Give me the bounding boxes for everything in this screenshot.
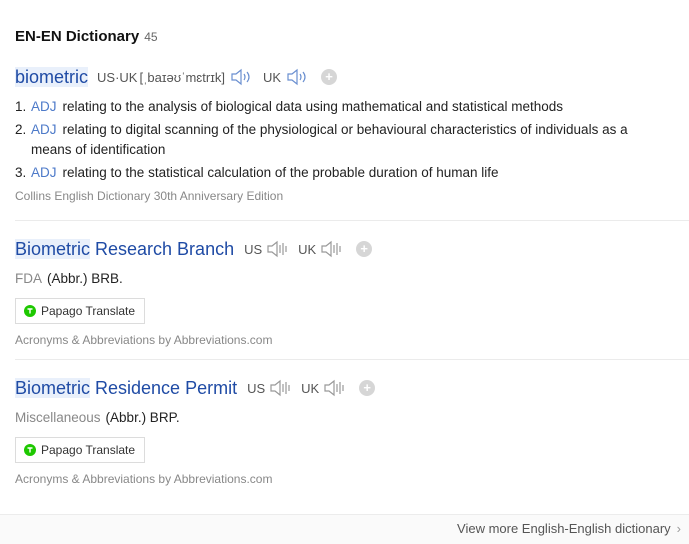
- headword-row: Biometric Research Branch US UK +: [15, 237, 689, 261]
- pos-tag: ADJ: [31, 99, 57, 114]
- speaker-icon[interactable]: [266, 240, 290, 258]
- definition-item: 1. ADJ relating to the analysis of biolog…: [15, 99, 564, 114]
- uk-label: UK: [298, 241, 317, 257]
- speaker-icon[interactable]: [285, 68, 309, 86]
- headword-link[interactable]: Biometric Research Branch: [15, 238, 234, 260]
- definition-item: 3. ADJ relating to the statistical calcul…: [15, 165, 499, 180]
- add-to-wordbook-plus-icon[interactable]: +: [321, 69, 337, 85]
- papago-label: Papago Translate: [41, 304, 136, 318]
- abbreviation: (Abbr.) BRP.: [105, 410, 180, 425]
- divider: [15, 359, 689, 360]
- chevron-right-icon: ›: [676, 521, 681, 536]
- pronunciation: [ˌbaɪəʊˈmɛtrɪk]: [139, 69, 225, 85]
- headword-link[interactable]: biometric: [15, 66, 89, 88]
- definition-text: relating to the analysis of biological d…: [62, 99, 564, 114]
- abbreviation: (Abbr.) BRB.: [47, 271, 123, 286]
- abbreviation-line: Miscellaneous (Abbr.) BRP.: [15, 410, 689, 425]
- speaker-icon[interactable]: [269, 379, 293, 397]
- category-tag: FDA: [15, 271, 42, 286]
- dictionary-header: EN-EN Dictionary 45: [15, 28, 158, 45]
- source-link[interactable]: Acronyms & Abbreviations by Abbreviation…: [15, 472, 689, 486]
- category-tag: Miscellaneous: [15, 410, 101, 425]
- headword-link[interactable]: Biometric Residence Permit: [15, 377, 237, 399]
- footer-bar: View more English-English dictionary ›: [0, 514, 689, 544]
- papago-icon: [24, 444, 36, 456]
- papago-translate-button[interactable]: Papago Translate: [15, 298, 146, 324]
- dictionary-title: EN-EN Dictionary: [15, 28, 140, 45]
- uk-label: UK: [262, 69, 281, 85]
- source-link[interactable]: Acronyms & Abbreviations by Abbreviation…: [15, 333, 689, 347]
- entry-biometric: biometric US·UK [ˌbaɪəʊˈmɛtrɪk] UK + 1. …: [15, 65, 689, 203]
- divider: [15, 220, 689, 221]
- headword-row: Biometric Residence Permit US UK +: [15, 376, 689, 400]
- view-more-link[interactable]: View more English-English dictionary ›: [457, 521, 681, 536]
- us-label: US: [247, 380, 266, 396]
- us-label: US: [244, 241, 263, 257]
- papago-translate-button[interactable]: Papago Translate: [15, 437, 146, 463]
- entry-biometric-research-branch: Biometric Research Branch US UK + FDA (Abb…: [15, 237, 689, 347]
- view-more-label: View more English-English dictionary: [457, 521, 671, 536]
- add-to-wordbook-plus-icon[interactable]: +: [356, 241, 373, 257]
- abbreviation-line: FDA (Abbr.) BRB.: [15, 271, 689, 286]
- speaker-icon[interactable]: [320, 240, 344, 258]
- papago-icon: [24, 305, 36, 317]
- headword-row: biometric US·UK [ˌbaɪəʊˈmɛtrɪk] UK +: [15, 65, 689, 89]
- add-to-wordbook-plus-icon[interactable]: +: [359, 380, 376, 396]
- definition-list: 1. ADJ relating to the analysis of biolog…: [15, 97, 689, 183]
- uk-label: UK: [301, 380, 320, 396]
- papago-label: Papago Translate: [41, 443, 136, 457]
- entry-biometric-residence-permit: Biometric Residence Permit US UK + Miscel…: [15, 376, 689, 486]
- pos-tag: ADJ: [31, 165, 57, 180]
- source-link[interactable]: Collins English Dictionary 30th Annivers…: [15, 189, 689, 203]
- definition-text: relating to digital scanning of the phys…: [31, 122, 628, 157]
- us-uk-label: US·UK: [97, 69, 138, 85]
- definition-text: relating to the statistical calculation …: [62, 165, 499, 180]
- pos-tag: ADJ: [31, 122, 57, 137]
- speaker-icon[interactable]: [229, 68, 253, 86]
- definition-item: 2. ADJ relating to digital scanning of th…: [15, 122, 628, 157]
- speaker-icon[interactable]: [323, 379, 347, 397]
- result-count: 45: [144, 30, 158, 44]
